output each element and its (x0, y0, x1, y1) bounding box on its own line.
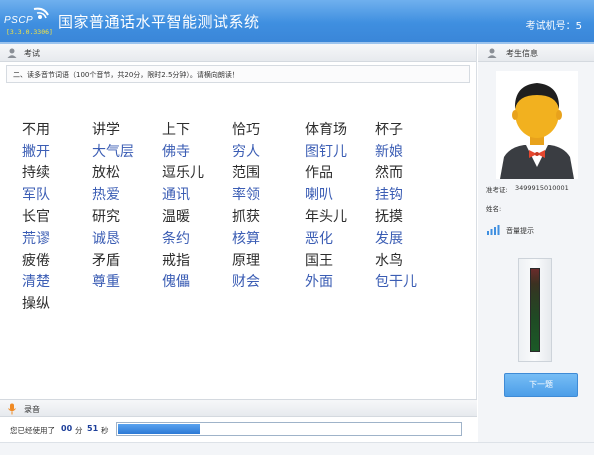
word-item: 水鸟 (375, 253, 403, 269)
word-item: 穷人 (232, 144, 260, 160)
timer-row: 您已经使用了 00 分 51 秒 (0, 418, 477, 442)
instruction-text: 二、读多音节词语（100个音节，共20分，限时2.5分钟）。请横向朗读！ (13, 71, 239, 79)
word-item: 长官 (22, 209, 50, 225)
exam-panel-title: 考试 (24, 49, 40, 58)
word-item: 操纵 (22, 296, 50, 312)
word-item: 发展 (375, 231, 403, 247)
word-row: 操纵 (22, 293, 462, 313)
user-icon (7, 48, 17, 58)
ticket-label: 准考证: (486, 186, 508, 194)
word-row: 清楚 尊重 傀儡 财会 外面 包干儿 (22, 271, 462, 291)
minutes-value: 00 (61, 424, 73, 433)
microphone-icon (8, 403, 16, 415)
word-row: 撇开 大气层 佛寺 穷人 图钉儿 新娘 (22, 141, 462, 161)
word-item: 军队 (22, 187, 50, 203)
word-item: 作品 (305, 165, 333, 181)
word-item: 尊重 (92, 274, 120, 290)
record-header: 录音 (0, 399, 477, 417)
word-item: 逗乐儿 (162, 165, 204, 181)
machine-number: 考试机号：5 (525, 21, 582, 32)
word-item: 财会 (232, 274, 260, 290)
examinee-avatar (496, 71, 578, 179)
word-item: 挂钩 (375, 187, 403, 203)
word-item: 佛寺 (162, 144, 190, 160)
word-item: 戒指 (162, 253, 190, 269)
word-item: 诚恳 (92, 231, 120, 247)
word-item: 抚摸 (375, 209, 403, 225)
time-used-label: 您已经使用了 (10, 426, 55, 435)
word-item: 图钉儿 (305, 144, 347, 160)
time-progress-bar (116, 422, 462, 436)
logo-text: PSCP (4, 15, 34, 26)
word-item: 国王 (305, 253, 333, 269)
app-title: 国家普通话水平智能测试系统 (58, 13, 260, 31)
time-progress-fill (118, 424, 200, 434)
word-item: 通讯 (162, 187, 190, 203)
word-item: 年头儿 (305, 209, 347, 225)
word-item: 清楚 (22, 274, 50, 290)
word-item: 恶化 (305, 231, 333, 247)
volume-header: 音量提示 (478, 222, 594, 238)
word-item: 讲学 (92, 122, 120, 138)
seconds-value: 51 (87, 424, 99, 433)
word-row: 疲倦 矛盾 戒指 原理 国王 水鸟 (22, 250, 462, 270)
word-item: 新娘 (375, 144, 403, 160)
word-item: 外面 (305, 274, 333, 290)
instruction-box: 二、读多音节词语（100个音节，共20分，限时2.5分钟）。请横向朗读！ (6, 65, 470, 83)
word-item: 研究 (92, 209, 120, 225)
word-item: 傀儡 (162, 274, 190, 290)
word-item: 然而 (375, 165, 403, 181)
user-icon (487, 48, 497, 58)
volume-meter-bar (530, 268, 540, 352)
word-item: 上下 (162, 122, 190, 138)
word-item: 不用 (22, 122, 50, 138)
ticket-number: 3499915010001 (515, 184, 569, 192)
minutes-unit: 分 (75, 426, 83, 435)
word-row: 持续 放松 逗乐儿 范围 作品 然而 (22, 162, 462, 182)
examinee-title: 考生信息 (506, 49, 538, 58)
word-item: 率领 (232, 187, 260, 203)
word-item: 体育场 (305, 122, 347, 138)
version-label: [3.3.0.3306] (6, 28, 53, 36)
word-row: 军队 热爱 通讯 率领 喇叭 挂钩 (22, 184, 462, 204)
word-item: 原理 (232, 253, 260, 269)
word-item: 核算 (232, 231, 260, 247)
word-item: 包干儿 (375, 274, 417, 290)
status-strip (0, 442, 594, 455)
word-item: 持续 (22, 165, 50, 181)
word-item: 杯子 (375, 122, 403, 138)
word-item: 荒谬 (22, 231, 50, 247)
word-item: 条约 (162, 231, 190, 247)
word-item: 疲倦 (22, 253, 50, 269)
word-row: 不用 讲学 上下 恰巧 体育场 杯子 (22, 119, 462, 139)
word-item: 抓获 (232, 209, 260, 225)
word-item: 喇叭 (305, 187, 333, 203)
word-item: 放松 (92, 165, 120, 181)
volume-meter (518, 258, 552, 362)
exam-panel: 考试 二、读多音节词语（100个音节，共20分，限时2.5分钟）。请横向朗读！ … (0, 44, 477, 399)
next-question-button[interactable]: 下一题 (504, 373, 578, 397)
exam-panel-header: 考试 (0, 44, 476, 62)
record-title: 录音 (24, 405, 40, 414)
word-item: 撇开 (22, 144, 50, 160)
word-row: 荒谬 诚恳 条约 核算 恶化 发展 (22, 228, 462, 248)
seconds-unit: 秒 (101, 426, 109, 435)
word-row: 长官 研究 温暖 抓获 年头儿 抚摸 (22, 206, 462, 226)
word-item: 大气层 (92, 144, 134, 160)
examinee-panel: 考生信息 准考证: 3499915010001 姓名: 音量提示 下一题 (478, 44, 594, 442)
word-item: 恰巧 (232, 122, 260, 138)
word-item: 热爱 (92, 187, 120, 203)
word-item: 矛盾 (92, 253, 120, 269)
title-bar: PSCP [3.3.0.3306] 国家普通话水平智能测试系统 考试机号：5 (0, 0, 594, 42)
examinee-header: 考生信息 (478, 44, 594, 62)
word-item: 范围 (232, 165, 260, 181)
name-label: 姓名: (486, 205, 502, 213)
volume-title: 音量提示 (506, 227, 534, 235)
word-item: 温暖 (162, 209, 190, 225)
volume-bars-icon (487, 225, 500, 235)
